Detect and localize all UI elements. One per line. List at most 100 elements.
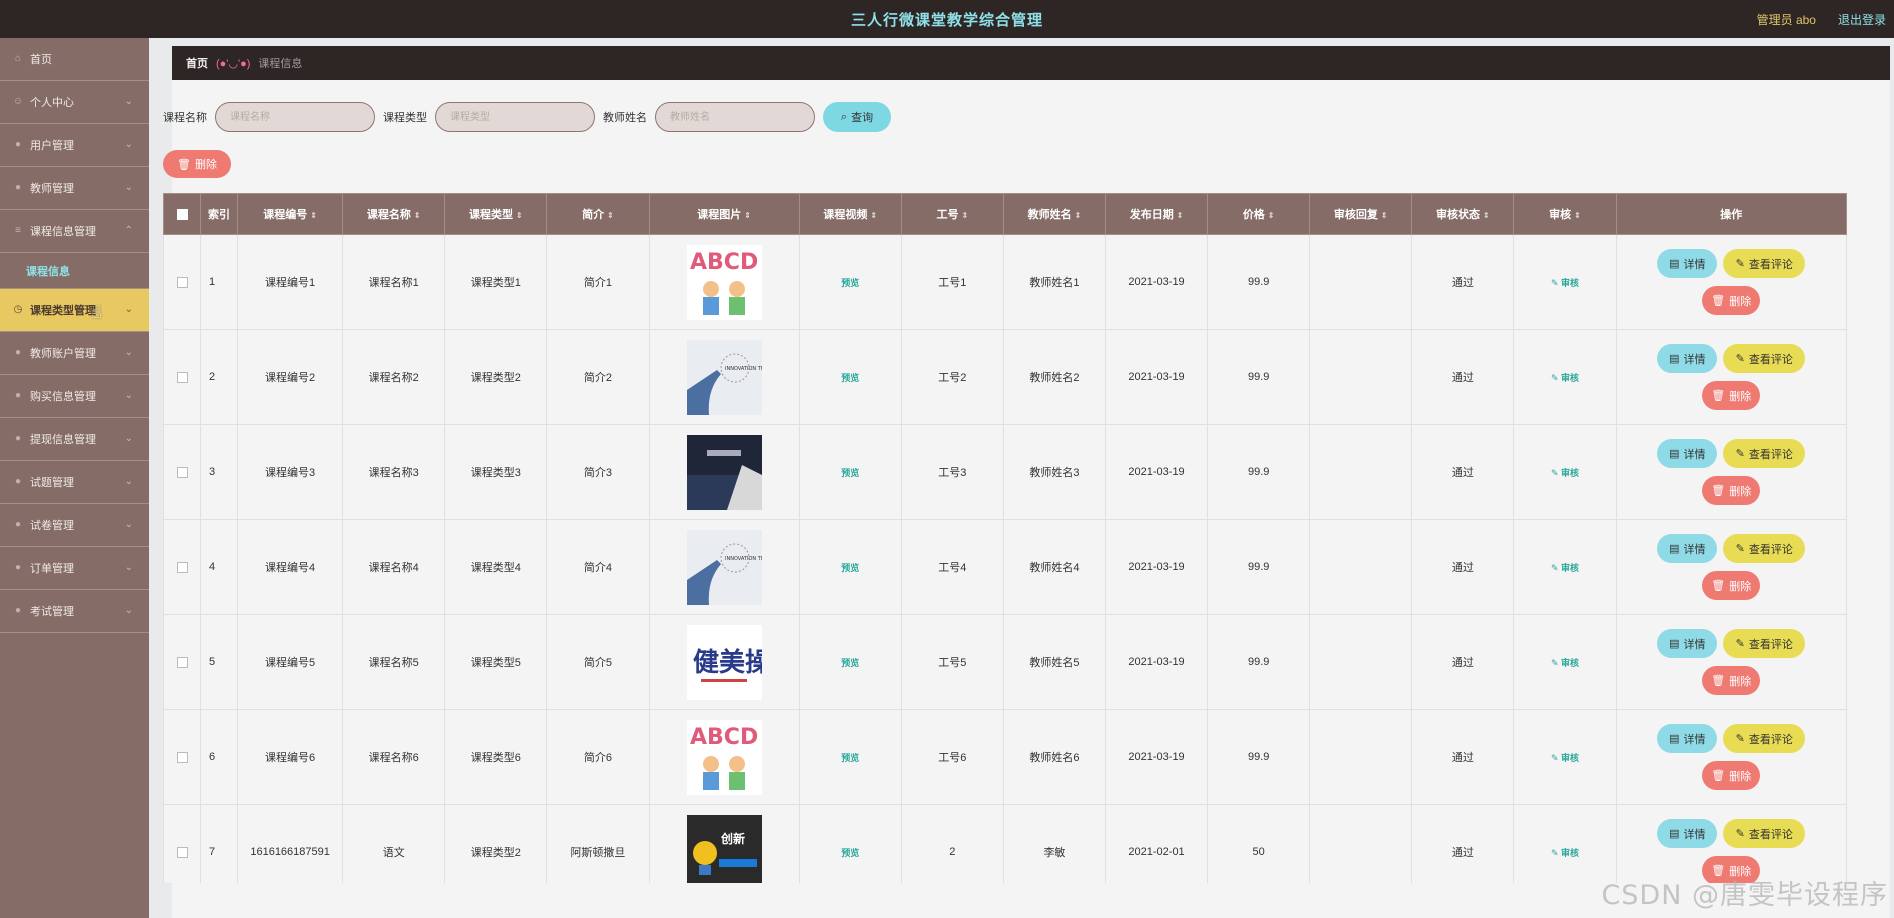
video-preview-link[interactable]: 预览	[841, 468, 859, 478]
video-preview-link[interactable]: 预览	[841, 373, 859, 383]
row-delete-button[interactable]: 🗑 删除	[1702, 286, 1761, 315]
breadcrumb-home[interactable]: 首页	[186, 55, 208, 71]
audit-link[interactable]: ✎ 审核	[1551, 468, 1579, 478]
cell-image: ABCD	[648, 709, 800, 805]
sidebar-item-teachers[interactable]: ● 教师管理 ⌄	[0, 167, 149, 210]
cell-image: 创新	[648, 804, 800, 883]
sidebar-item-teacher-account[interactable]: ● 教师账户管理 ⌄	[0, 332, 149, 375]
chevron-down-icon: ⌄	[124, 562, 133, 573]
sidebar-item-questions[interactable]: ● 试题管理 ⌄	[0, 461, 149, 504]
video-preview-link[interactable]: 预览	[841, 563, 859, 573]
sidebar-item-orders[interactable]: ● 订单管理 ⌄	[0, 547, 149, 590]
cell-date: 2021-03-19	[1104, 519, 1209, 615]
view-comments-button[interactable]: ✎ 查看评论	[1723, 629, 1806, 658]
col-header[interactable]: 课程视频 ⇕	[798, 193, 902, 235]
view-comments-button[interactable]: ✎ 查看评论	[1723, 344, 1806, 373]
row-checkbox[interactable]	[176, 466, 188, 478]
view-comments-button[interactable]: ✎ 查看评论	[1723, 724, 1806, 753]
row-actions: ▤ 详情 ✎ 查看评论 🗑 删除	[1617, 344, 1846, 410]
sidebar-item-papers[interactable]: ● 试卷管理 ⌄	[0, 504, 149, 547]
audit-link[interactable]: ✎ 审核	[1551, 848, 1579, 858]
table-row: 7 1616166187591 语文 课程类型2 阿斯顿撒旦 创新 预览 2 李敏 2021-02…	[163, 804, 1848, 883]
row-delete-button[interactable]: 🗑 删除	[1702, 476, 1761, 505]
detail-button[interactable]: ▤ 详情	[1657, 819, 1718, 848]
row-delete-label: 删除	[1729, 485, 1752, 498]
col-header[interactable]: 简介 ⇕	[546, 193, 650, 235]
video-preview-link[interactable]: 预览	[841, 848, 859, 858]
detail-button[interactable]: ▤ 详情	[1657, 724, 1718, 753]
row-delete-button[interactable]: 🗑 删除	[1702, 381, 1761, 410]
col-header[interactable]: 课程名称 ⇕	[342, 193, 446, 235]
sidebar-item-profile[interactable]: ☺ 个人中心 ⌄	[0, 81, 149, 124]
course-type-input[interactable]	[435, 102, 595, 132]
detail-button[interactable]: ▤ 详情	[1657, 534, 1718, 563]
doc-icon: ▤	[1669, 828, 1680, 840]
search-bar: 课程名称 课程类型 教师姓名 ⌕查询	[163, 102, 891, 132]
cell-status: 通过	[1411, 804, 1515, 883]
sidebar-item-users[interactable]: ● 用户管理 ⌄	[0, 124, 149, 167]
edit-icon: ✎	[1735, 543, 1745, 555]
col-header[interactable]: 课程编号 ⇕	[237, 193, 344, 235]
col-header[interactable]: 发布日期 ⇕	[1104, 193, 1209, 235]
col-header-label: 课程图片	[697, 209, 742, 221]
audit-link[interactable]: ✎ 审核	[1551, 658, 1579, 668]
sidebar-item-home[interactable]: ⌂ 首页	[0, 38, 149, 81]
video-preview-link[interactable]: 预览	[841, 278, 859, 288]
query-button[interactable]: ⌕ 查询	[823, 102, 891, 132]
search-icon: ⌕	[840, 110, 848, 123]
row-checkbox[interactable]	[176, 751, 188, 763]
sidebar-item-course-info[interactable]: ≡ 课程信息管理 ⌃	[0, 210, 149, 253]
video-preview-link[interactable]: 预览	[841, 658, 859, 668]
col-header[interactable]: 课程类型 ⇕	[444, 193, 548, 235]
chevron-down-icon: ⌄	[124, 390, 133, 401]
col-header[interactable]: 审核回复 ⇕	[1309, 193, 1413, 235]
course-name-input[interactable]	[215, 102, 375, 132]
sidebar-item-exams[interactable]: ● 考试管理 ⌄	[0, 590, 149, 633]
row-checkbox[interactable]	[176, 656, 188, 668]
cell-ops: ▤ 详情 ✎ 查看评论 🗑 删除	[1615, 804, 1848, 883]
sort-icon: ⇕	[1074, 211, 1082, 220]
detail-button[interactable]: ▤ 详情	[1657, 344, 1718, 373]
detail-button-label: 详情	[1683, 353, 1706, 366]
col-header[interactable]: 价格 ⇕	[1207, 193, 1311, 235]
row-checkbox[interactable]	[176, 561, 188, 573]
batch-delete-button[interactable]: 🗑 删除	[163, 150, 231, 178]
col-header-label: 发布日期	[1129, 209, 1174, 221]
detail-button[interactable]: ▤ 详情	[1657, 629, 1718, 658]
sidebar-item-course-type[interactable]: ◷ 课程类型管理 ⌄	[0, 289, 149, 332]
edit-icon: ✎	[1550, 752, 1559, 763]
view-comments-button[interactable]: ✎ 查看评论	[1723, 249, 1806, 278]
select-all-checkbox[interactable]	[176, 208, 188, 220]
row-delete-button[interactable]: 🗑 删除	[1702, 761, 1761, 790]
row-checkbox[interactable]	[176, 371, 188, 383]
teacher-name-input[interactable]	[655, 102, 815, 132]
col-header[interactable]: 审核 ⇕	[1513, 193, 1617, 235]
sidebar-item-purchase[interactable]: ● 购买信息管理 ⌄	[0, 375, 149, 418]
audit-link[interactable]: ✎ 审核	[1551, 753, 1579, 763]
col-header[interactable]: 课程图片 ⇕	[648, 193, 800, 235]
col-header[interactable]: 工号 ⇕	[900, 193, 1004, 235]
audit-link[interactable]: ✎ 审核	[1551, 278, 1579, 288]
view-comments-button[interactable]: ✎ 查看评论	[1723, 439, 1806, 468]
view-comments-button[interactable]: ✎ 查看评论	[1723, 534, 1806, 563]
video-preview-link[interactable]: 预览	[841, 753, 859, 763]
row-delete-button[interactable]: 🗑 删除	[1702, 571, 1761, 600]
logout-link[interactable]: 退出登录	[1838, 11, 1886, 28]
col-header[interactable]: 教师姓名 ⇕	[1002, 193, 1107, 235]
row-checkbox[interactable]	[176, 276, 188, 288]
select-all-cell	[163, 193, 202, 235]
sidebar-subitem-course-info[interactable]: 课程信息	[0, 253, 149, 289]
audit-link[interactable]: ✎ 审核	[1551, 373, 1579, 383]
sidebar-item-withdraw[interactable]: ● 提现信息管理 ⌄	[0, 418, 149, 461]
detail-button[interactable]: ▤ 详情	[1657, 249, 1718, 278]
row-delete-button[interactable]: 🗑 删除	[1702, 666, 1761, 695]
col-header-label: 课程类型	[468, 209, 513, 221]
col-header[interactable]: 审核状态 ⇕	[1411, 193, 1515, 235]
view-comments-button[interactable]: ✎ 查看评论	[1723, 819, 1806, 848]
row-checkbox[interactable]	[176, 846, 188, 858]
detail-button[interactable]: ▤ 详情	[1657, 439, 1718, 468]
audit-link-label: 审核	[1561, 277, 1580, 288]
audit-link[interactable]: ✎ 审核	[1551, 563, 1579, 573]
course-table-wrapper: 索引 课程编号 ⇕ 课程名称 ⇕ 课程类型 ⇕ 简介 ⇕ 课程图片 ⇕ 课程视频 ⇕ 工号 ⇕…	[163, 193, 1867, 883]
users-icon: ●	[14, 139, 22, 150]
